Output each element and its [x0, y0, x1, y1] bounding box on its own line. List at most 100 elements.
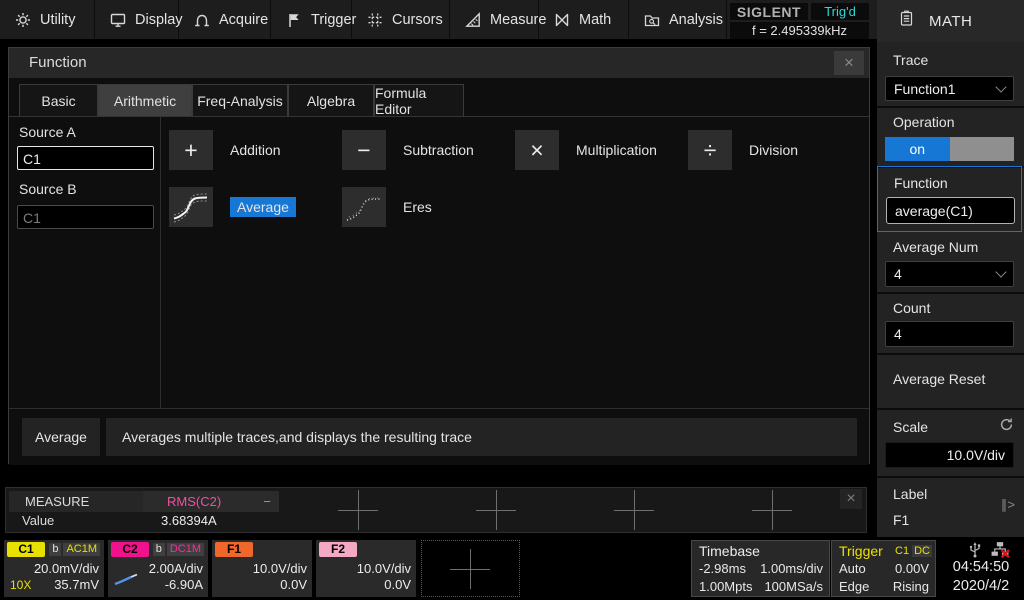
channel-c1-box[interactable]: C1 b AC1M 20.0mV/div 10X 35.7mV [4, 540, 104, 597]
toggle-on-half: on [885, 137, 950, 161]
top-menu-bar: Utility Display Acquire Trigger Cursors … [0, 0, 877, 42]
bottom-status-bar: C1 b AC1M 20.0mV/div 10X 35.7mV C2 b DC1… [0, 537, 1024, 600]
c2-coupling: b DC1M [153, 543, 204, 556]
measure-slot-1[interactable]: RMS(C2) − [143, 491, 279, 512]
tab-basic[interactable]: Basic [19, 84, 98, 117]
menu-label: Analysis [669, 12, 723, 28]
chevron-down-icon [995, 81, 1006, 92]
source-b-input[interactable]: C1 [17, 205, 154, 229]
c2-badge: C2 [111, 542, 149, 557]
channel-c2-box[interactable]: C2 b DC1M 2.00A/div -6.90A [108, 540, 208, 597]
menu-label: Measure [490, 12, 546, 28]
brand-logo: SIGLENT [730, 3, 808, 20]
add-measure-slot[interactable] [338, 490, 378, 530]
add-measure-slot[interactable] [614, 490, 654, 530]
oscilloscope-screen: Utility Display Acquire Trigger Cursors … [0, 0, 1024, 600]
menu-item-display[interactable]: Display [95, 0, 179, 39]
reset-rotate-icon[interactable] [999, 417, 1014, 437]
add-measure-slot[interactable] [752, 490, 792, 530]
op-multiplication[interactable]: × Multiplication [515, 130, 657, 170]
menu-item-analysis[interactable]: Analysis [629, 0, 727, 39]
add-channel-icon [450, 549, 490, 589]
add-channel-box[interactable] [421, 540, 520, 597]
frequency-readout: f = 2.495339kHz [730, 22, 869, 39]
toggle-off-half [950, 137, 1015, 161]
description-row: Average Averages multiple traces,and dis… [9, 408, 869, 465]
divider [877, 476, 1024, 478]
dialog-title: Function [9, 48, 869, 78]
divider [877, 292, 1024, 294]
menu-label: Acquire [219, 12, 268, 28]
menu-label: Cursors [392, 12, 443, 28]
source-b-label: Source B [19, 181, 77, 197]
menu-label: Math [579, 12, 611, 28]
trigger-box[interactable]: Trigger C1 DC Auto 0.00V Edge Rising [831, 540, 936, 597]
measure-close-button[interactable]: × [840, 489, 862, 509]
label-expand-icon[interactable]: ∥> [1001, 497, 1015, 513]
op-subtraction[interactable]: − Subtraction [342, 130, 474, 170]
cursors-icon [367, 12, 383, 28]
count-label: Count [893, 300, 930, 316]
menu-item-trigger[interactable]: Trigger [271, 0, 352, 39]
tab-formula-editor[interactable]: Formula Editor [374, 84, 464, 117]
channel-f2-box[interactable]: F2 10.0V/div 0.0V [316, 540, 416, 597]
dialog-tabs: Basic Arithmetic Freq-Analysis Algebra F… [19, 84, 464, 117]
remove-measure-icon[interactable]: − [263, 494, 271, 509]
fn-average[interactable]: Average [169, 187, 296, 227]
function-dialog: Function × Basic Arithmetic Freq-Analysi… [8, 47, 870, 464]
math-panel-header: MATH [877, 0, 1024, 42]
label-value[interactable]: F1 [893, 512, 909, 528]
f2-badge: F2 [319, 542, 357, 557]
operation-toggle[interactable]: on [885, 137, 1014, 161]
average-num-label: Average Num [893, 239, 978, 255]
display-icon [110, 12, 126, 28]
channel-f1-box[interactable]: F1 10.0V/div 0.0V [212, 540, 312, 597]
divider [877, 408, 1024, 410]
divider [877, 353, 1024, 355]
c1-coupling: b AC1M [49, 543, 100, 556]
fn-eres[interactable]: Eres [342, 187, 432, 227]
measure-title: MEASURE [9, 491, 143, 512]
divide-icon: ÷ [688, 130, 732, 170]
operation-label: Operation [893, 114, 954, 130]
add-measure-slot[interactable] [476, 490, 516, 530]
clock-area: 04:54:50 2020/4/2 [938, 540, 1024, 597]
menu-item-cursors[interactable]: Cursors [352, 0, 450, 39]
trace-label: Trace [893, 52, 928, 68]
f1-badge: F1 [215, 542, 253, 557]
gear-icon [15, 12, 31, 28]
tab-arithmetic[interactable]: Arithmetic [98, 84, 192, 117]
op-addition[interactable]: + Addition [169, 130, 281, 170]
tab-freq-analysis[interactable]: Freq-Analysis [192, 84, 288, 117]
menu-item-math[interactable]: Math [539, 0, 629, 39]
menu-item-measure[interactable]: Measure [450, 0, 539, 39]
average-reset-button[interactable]: Average Reset [893, 371, 985, 387]
plus-icon: + [169, 130, 213, 170]
average-num-select[interactable]: 4 [885, 261, 1014, 287]
scale-value-box[interactable]: 10.0V/div [885, 442, 1014, 468]
c1-badge: C1 [7, 542, 45, 557]
function-value-box[interactable]: average(C1) [886, 197, 1015, 224]
measure-value: 3.68394A [161, 513, 217, 528]
trace-select[interactable]: Function1 [885, 76, 1014, 101]
math-icon [554, 12, 570, 28]
op-division[interactable]: ÷ Division [688, 130, 798, 170]
status-logo-block: SIGLENT Trig'd f = 2.495339kHz [727, 0, 877, 39]
ruler-icon [465, 12, 481, 28]
chevron-down-icon [995, 266, 1006, 277]
trigger-status-badge: Trig'd [811, 3, 869, 20]
measure-value-label: Value [22, 513, 54, 528]
menu-item-utility[interactable]: Utility [0, 0, 95, 39]
description-text: Averages multiple traces,and displays th… [106, 418, 857, 456]
dialog-close-button[interactable]: × [834, 51, 864, 75]
menu-item-acquire[interactable]: Acquire [179, 0, 271, 39]
source-a-input[interactable]: C1 [17, 146, 154, 170]
acquire-icon [194, 12, 210, 28]
flag-icon [286, 12, 302, 28]
timebase-box[interactable]: Timebase -2.98ms 1.00ms/div 1.00Mpts 100… [691, 540, 830, 597]
tab-algebra[interactable]: Algebra [288, 84, 374, 117]
clock-time: 04:54:50 [938, 559, 1024, 575]
analysis-icon [644, 12, 660, 28]
clock-date: 2020/4/2 [938, 578, 1024, 594]
label-section-label: Label [893, 486, 927, 502]
